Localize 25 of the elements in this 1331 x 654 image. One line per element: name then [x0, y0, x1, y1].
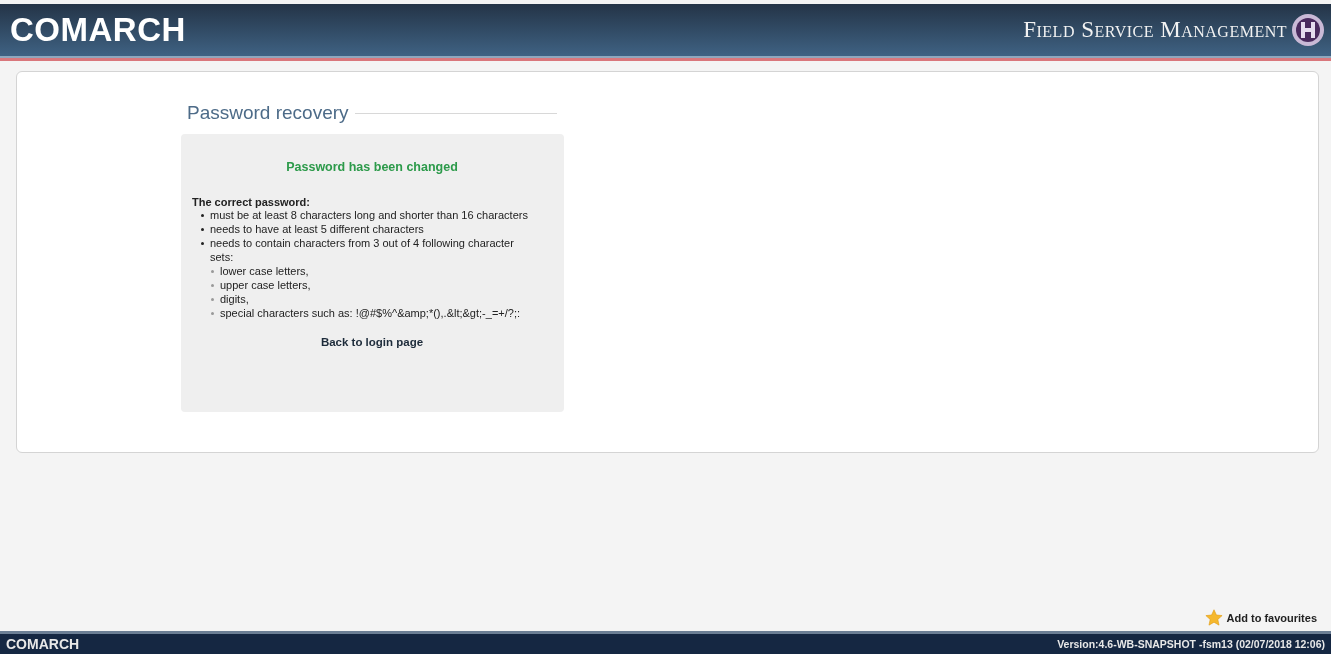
- version-text: Version:4.6-WB-SNAPSHOT -fsm13 (02/07/2018 12:06): [1057, 638, 1325, 650]
- bullet-icon: [211, 270, 214, 273]
- bullet-icon: [201, 214, 204, 217]
- rule-text: digits,: [220, 292, 250, 306]
- badge-icon: [1291, 13, 1325, 47]
- footer-logo: COMARCH: [6, 636, 80, 652]
- favourites-link[interactable]: Add to favourites: [1226, 612, 1317, 624]
- rule-text: lower case letters,: [220, 264, 310, 278]
- bullet-icon: [201, 242, 204, 245]
- rule-text: special characters such as: !@#$%^&amp;*(),.&lt;&gt;-_=+/?;:: [220, 306, 521, 320]
- rule-text: needs to contain characters from 3 out of 4 following character sets:: [210, 236, 515, 264]
- star-icon: [1204, 609, 1223, 627]
- product-title: Field Service Management: [1023, 17, 1287, 43]
- login-link[interactable]: Back to login page: [320, 336, 424, 348]
- bullet-icon: [201, 228, 204, 231]
- rule-text: upper case letters,: [220, 278, 312, 292]
- rule-text: must be at least 8 characters long and shorter than 16 characters: [210, 208, 529, 222]
- section-title: Password recovery: [187, 102, 349, 124]
- bullet-icon: [211, 284, 214, 287]
- rules-title: The correct password:: [192, 196, 311, 208]
- bullet-icon: [211, 312, 214, 315]
- success-message: Password has been changed: [285, 160, 459, 174]
- bullet-icon: [211, 298, 214, 301]
- rule-text: needs to have at least 5 different characters: [210, 222, 425, 236]
- logo: COMARCH: [10, 11, 186, 49]
